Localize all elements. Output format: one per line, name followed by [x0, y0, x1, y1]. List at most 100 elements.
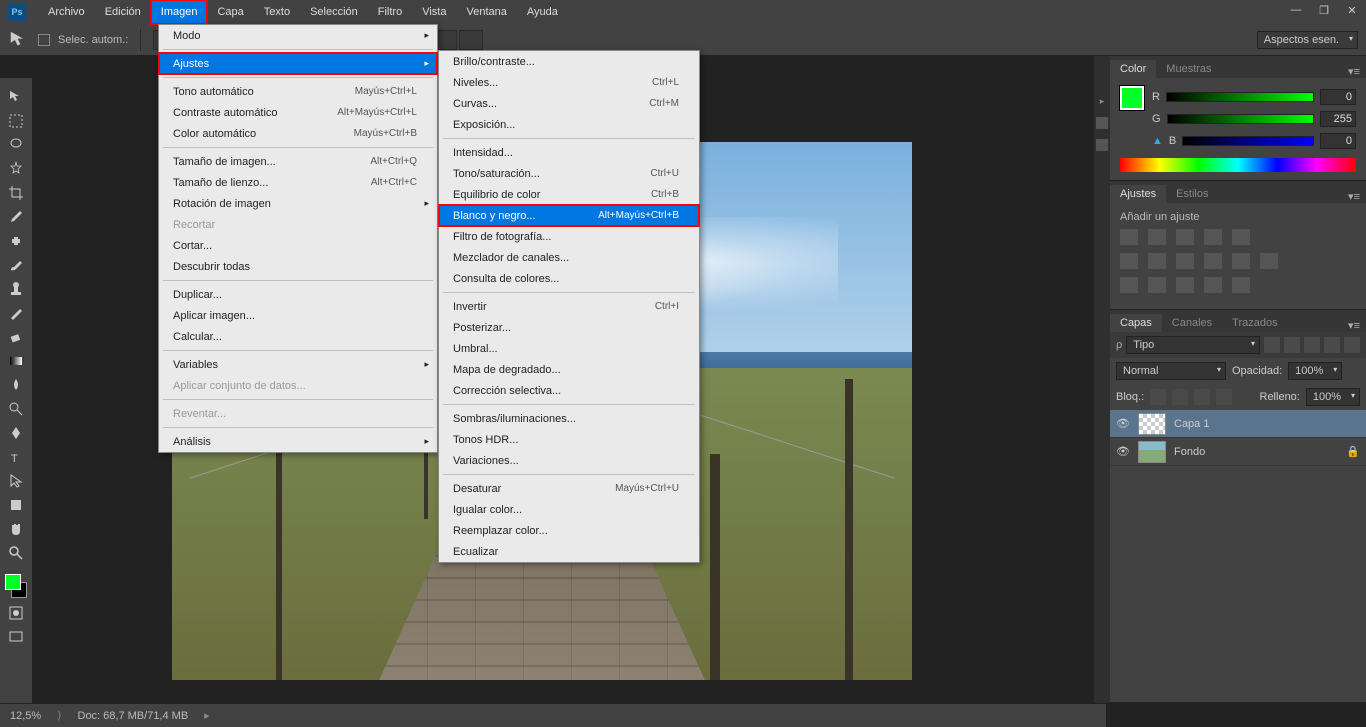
gradient-tool[interactable]: [4, 350, 28, 372]
properties-icon[interactable]: [1096, 139, 1108, 151]
filter-image-icon[interactable]: [1264, 337, 1280, 353]
blend-mode-dropdown[interactable]: Normal: [1116, 362, 1226, 380]
menu-ventana[interactable]: Ventana: [456, 0, 516, 24]
visibility-icon[interactable]: 👁: [1116, 445, 1130, 459]
pen-tool[interactable]: [4, 422, 28, 444]
crop-tool[interactable]: [4, 182, 28, 204]
menu-capa[interactable]: Capa: [207, 0, 253, 24]
wand-tool[interactable]: [4, 158, 28, 180]
menuitem-exposici-n-[interactable]: Exposición...: [439, 114, 699, 135]
menuitem-intensidad-[interactable]: Intensidad...: [439, 142, 699, 163]
lasso-tool[interactable]: [4, 134, 28, 156]
threshold-icon[interactable]: [1176, 277, 1194, 293]
brush-tool[interactable]: [4, 254, 28, 276]
menuitem-descubrir-todas[interactable]: Descubrir todas: [159, 256, 437, 277]
b-slider[interactable]: [1182, 136, 1314, 146]
posterize-icon[interactable]: [1148, 277, 1166, 293]
quickmask-icon[interactable]: [4, 602, 28, 624]
menuitem-variables[interactable]: Variables: [159, 354, 437, 375]
menuitem-tonos-hdr-[interactable]: Tonos HDR...: [439, 429, 699, 450]
g-slider[interactable]: [1167, 114, 1314, 124]
screenmode-icon[interactable]: [4, 626, 28, 648]
shape-tool[interactable]: [4, 494, 28, 516]
status-chevron-icon[interactable]: ▸: [204, 709, 210, 722]
menuitem-color-autom-tico[interactable]: Color automáticoMayús+Ctrl+B: [159, 123, 437, 144]
menuitem-desaturar[interactable]: DesaturarMayús+Ctrl+U: [439, 478, 699, 499]
arrange-button[interactable]: [459, 30, 483, 50]
status-chevron-icon[interactable]: ⟩: [57, 709, 61, 722]
tab-trazados[interactable]: Trazados: [1222, 314, 1287, 332]
workspace-dropdown[interactable]: Aspectos esen.: [1257, 31, 1358, 49]
menuitem-posterizar-[interactable]: Posterizar...: [439, 317, 699, 338]
menuitem-rotaci-n-de-imagen[interactable]: Rotación de imagen: [159, 193, 437, 214]
color-swatches[interactable]: [3, 572, 29, 600]
history-brush-tool[interactable]: [4, 302, 28, 324]
r-slider[interactable]: [1166, 92, 1314, 102]
menuitem-variaciones-[interactable]: Variaciones...: [439, 450, 699, 471]
brightness-icon[interactable]: [1120, 229, 1138, 245]
marquee-tool[interactable]: [4, 110, 28, 132]
photofilter-icon[interactable]: [1204, 253, 1222, 269]
lock-all-icon[interactable]: [1216, 389, 1232, 405]
balance-icon[interactable]: [1148, 253, 1166, 269]
menuitem-reemplazar-color-[interactable]: Reemplazar color...: [439, 520, 699, 541]
tab-capas[interactable]: Capas: [1110, 314, 1162, 332]
filter-type-icon[interactable]: [1304, 337, 1320, 353]
panel-menu-icon[interactable]: ▾≡: [1342, 65, 1366, 78]
filter-smart-icon[interactable]: [1344, 337, 1360, 353]
eyedropper-tool[interactable]: [4, 206, 28, 228]
layer-filter-dropdown[interactable]: Tipo: [1126, 336, 1260, 354]
menuitem-niveles-[interactable]: Niveles...Ctrl+L: [439, 72, 699, 93]
menuitem-tono-autom-tico[interactable]: Tono automáticoMayús+Ctrl+L: [159, 81, 437, 102]
menuitem-curvas-[interactable]: Curvas...Ctrl+M: [439, 93, 699, 114]
heal-tool[interactable]: [4, 230, 28, 252]
tab-estilos[interactable]: Estilos: [1166, 185, 1218, 203]
menuitem-blanco-y-negro-[interactable]: Blanco y negro...Alt+Mayús+Ctrl+B: [439, 205, 699, 226]
filter-adjust-icon[interactable]: [1284, 337, 1300, 353]
menuitem-calcular-[interactable]: Calcular...: [159, 326, 437, 347]
panel-menu-icon[interactable]: ▾≡: [1342, 319, 1366, 332]
selective-icon[interactable]: [1232, 277, 1250, 293]
lock-pixels-icon[interactable]: [1172, 389, 1188, 405]
menuitem-duplicar-[interactable]: Duplicar...: [159, 284, 437, 305]
menuitem-consulta-de-colores-[interactable]: Consulta de colores...: [439, 268, 699, 289]
zoom-tool[interactable]: [4, 542, 28, 564]
minimize-button[interactable]: —: [1282, 0, 1310, 20]
zoom-level[interactable]: 12,5%: [10, 710, 41, 722]
menuitem-brillo-contraste-[interactable]: Brillo/contraste...: [439, 51, 699, 72]
autoselect-checkbox[interactable]: [38, 34, 50, 46]
expand-arrow-icon[interactable]: ▸: [1100, 96, 1105, 107]
move-tool[interactable]: [4, 86, 28, 108]
dodge-tool[interactable]: [4, 398, 28, 420]
vibrance-icon[interactable]: [1232, 229, 1250, 245]
blur-tool[interactable]: [4, 374, 28, 396]
fill-value[interactable]: 100%: [1306, 388, 1360, 406]
menuitem-igualar-color-[interactable]: Igualar color...: [439, 499, 699, 520]
menu-filtro[interactable]: Filtro: [368, 0, 412, 24]
menuitem-tono-saturaci-n-[interactable]: Tono/saturación...Ctrl+U: [439, 163, 699, 184]
eraser-tool[interactable]: [4, 326, 28, 348]
lookup-icon[interactable]: [1260, 253, 1278, 269]
menuitem-umbral-[interactable]: Umbral...: [439, 338, 699, 359]
menu-ayuda[interactable]: Ayuda: [517, 0, 568, 24]
menuitem-ecualizar[interactable]: Ecualizar: [439, 541, 699, 562]
stamp-tool[interactable]: [4, 278, 28, 300]
gradient-map-icon[interactable]: [1204, 277, 1222, 293]
menuitem-ajustes[interactable]: Ajustes: [159, 53, 437, 74]
maximize-button[interactable]: ❐: [1310, 0, 1338, 20]
menuitem-mezclador-de-canales-[interactable]: Mezclador de canales...: [439, 247, 699, 268]
curves-icon[interactable]: [1176, 229, 1194, 245]
r-value[interactable]: 0: [1320, 89, 1356, 105]
menuitem-correcci-n-selectiva-[interactable]: Corrección selectiva...: [439, 380, 699, 401]
close-button[interactable]: ✕: [1338, 0, 1366, 20]
layer-row[interactable]: 👁Fondo🔒: [1110, 438, 1366, 466]
visibility-icon[interactable]: 👁: [1116, 417, 1130, 431]
menu-archivo[interactable]: Archivo: [38, 0, 95, 24]
menu-edición[interactable]: Edición: [95, 0, 151, 24]
color-spectrum[interactable]: [1120, 158, 1356, 172]
history-icon[interactable]: [1096, 117, 1108, 129]
b-value[interactable]: 0: [1320, 133, 1356, 149]
menuitem-tama-o-de-lienzo-[interactable]: Tamaño de lienzo...Alt+Ctrl+C: [159, 172, 437, 193]
g-value[interactable]: 255: [1320, 111, 1356, 127]
tab-canales[interactable]: Canales: [1162, 314, 1222, 332]
